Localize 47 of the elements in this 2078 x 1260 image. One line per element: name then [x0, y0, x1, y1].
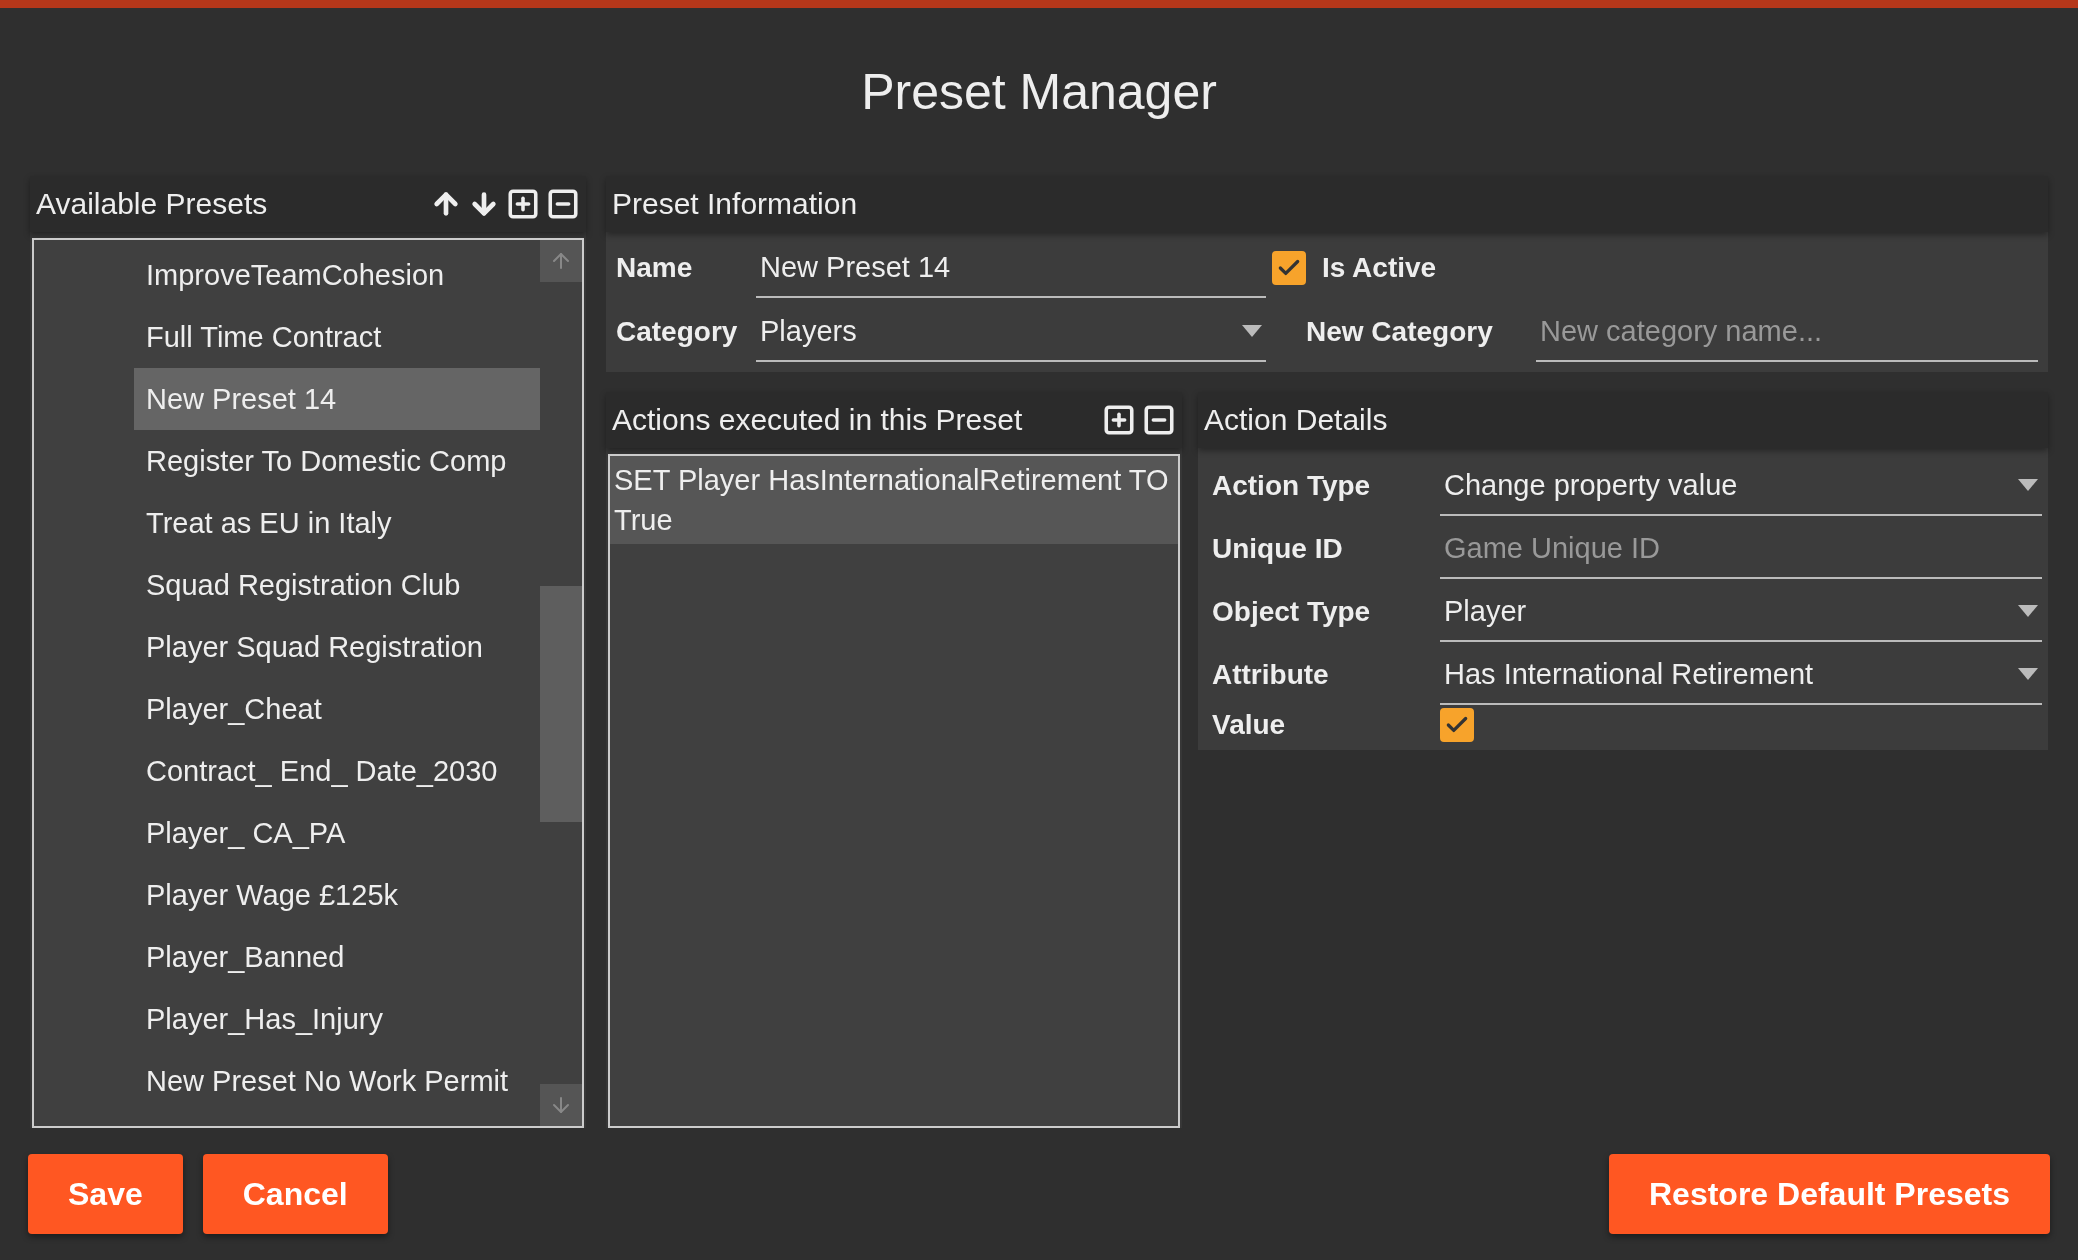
field-label: Unique ID	[1212, 533, 1344, 565]
panel-title: Actions executed in this Preset	[612, 403, 1023, 437]
add-icon[interactable]	[1102, 403, 1136, 437]
field-label: Attribute	[1212, 659, 1330, 691]
preset-item[interactable]: New Preset No Work Permit	[134, 1050, 540, 1112]
preset-item[interactable]: Player Wage £125k	[134, 864, 540, 926]
text-field[interactable]: New category name...	[1536, 302, 2038, 362]
dropdown[interactable]: Players	[756, 302, 1266, 362]
field-label: Value	[1212, 709, 1287, 741]
action-item[interactable]: SET Player HasInternationalRetirement TO True	[610, 456, 1178, 544]
preset-item[interactable]: Register To Domestic Comp	[134, 430, 540, 492]
dropdown[interactable]: Player	[1440, 582, 2042, 642]
field-label: Category	[616, 316, 739, 348]
dropdown[interactable]: Has International Retirement	[1440, 645, 2042, 705]
dropdown-caret-icon	[1242, 325, 1262, 337]
preset-item[interactable]: Player Squad Registration	[134, 616, 540, 678]
remove-icon[interactable]	[1142, 403, 1176, 437]
checkbox-label: Is Active	[1322, 252, 1437, 284]
dropdown-caret-icon	[2018, 605, 2038, 617]
preset-item[interactable]: Contract_ End_ Date_2030	[134, 740, 540, 802]
preset-item[interactable]: Squad Registration Club	[134, 554, 540, 616]
preset-item[interactable]: Player_Banned	[134, 926, 540, 988]
preset-item[interactable]: ImproveTeamCohesion	[134, 244, 540, 306]
preset-item[interactable]: Full Time Contract	[134, 306, 540, 368]
dropdown-caret-icon	[2018, 668, 2038, 680]
preset-item[interactable]: New Preset 14	[134, 368, 540, 430]
window-title: Preset Manager	[860, 63, 1218, 122]
field-label: Name	[616, 252, 694, 284]
remove-icon[interactable]	[546, 187, 580, 221]
panel-title: Preset Information	[612, 187, 858, 221]
checkbox[interactable]	[1440, 708, 1474, 742]
field-label: Object Type	[1212, 596, 1372, 628]
text-field[interactable]: Game Unique ID	[1440, 519, 2042, 579]
preset-item[interactable]: Treat as EU in Italy	[134, 492, 540, 554]
add-icon[interactable]	[506, 187, 540, 221]
panel-title: Action Details	[1204, 403, 1388, 437]
preset-item[interactable]: Player_Cheat	[134, 678, 540, 740]
dropdown[interactable]: Change property value	[1440, 456, 2042, 516]
preset-item[interactable]: Player_Has_Injury	[134, 988, 540, 1050]
dropdown-caret-icon	[2018, 479, 2038, 491]
checkbox[interactable]	[1272, 251, 1306, 285]
field-label: New Category	[1305, 316, 1494, 348]
field-label: Action Type	[1212, 470, 1372, 502]
panel-title: Available Presets	[36, 187, 268, 221]
text-field[interactable]: New Preset 14	[756, 238, 1266, 298]
preset-item[interactable]: Player_ CA_PA	[134, 802, 540, 864]
scrollbar-thumb[interactable]	[540, 586, 582, 822]
